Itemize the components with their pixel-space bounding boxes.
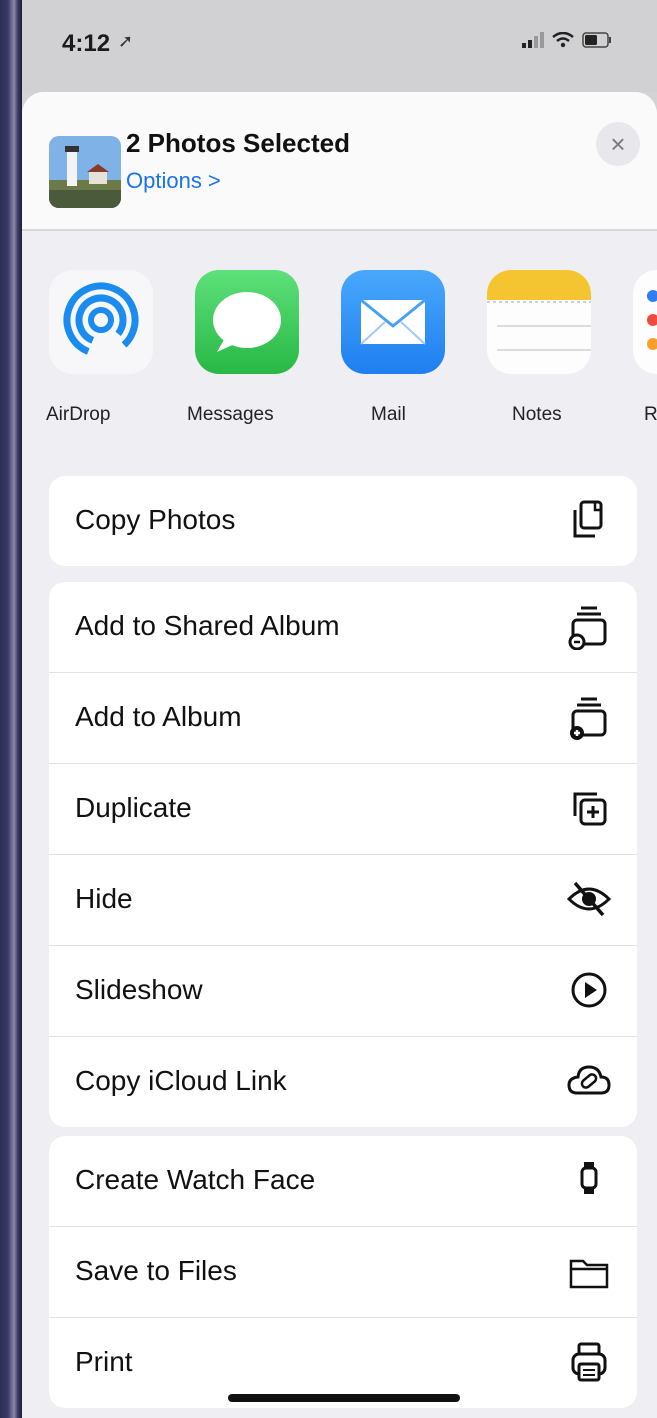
status-time: 4:12 [62,30,111,57]
shared-album-icon [568,606,607,650]
action-label: Create Watch Face [75,1164,316,1195]
action-create-watch-face[interactable]: Create Watch Face [49,1136,637,1227]
action-label: Add to Shared Album [75,610,340,641]
app-label-airdrop: AirDrop [46,404,111,425]
status-bar: 4:12 ➚ [22,0,657,92]
app-reminders[interactable] [630,270,657,374]
airdrop-icon [49,270,153,374]
slideshow-icon [571,972,607,1008]
share-sheet-header: 2 Photos Selected Options > × [22,92,657,231]
close-button[interactable]: × [596,122,640,166]
hide-icon [566,881,612,917]
share-sheet-title: 2 Photos Selected [126,128,350,158]
app-share-row: AirDrop Messages Mail Notes R [22,270,657,430]
action-copy-icloud-link[interactable]: Copy iCloud Link [49,1037,637,1127]
notes-icon [487,270,591,374]
action-label: Save to Files [75,1255,237,1286]
folder-icon [569,1259,609,1289]
action-hide[interactable]: Hide [49,855,637,946]
photo-thumbnail [49,136,121,208]
action-add-to-album[interactable]: Add to Album [49,673,637,764]
reminders-icon [633,270,657,374]
action-label: Copy iCloud Link [75,1065,287,1096]
action-duplicate[interactable]: Duplicate [49,764,637,855]
app-notes[interactable] [484,270,594,374]
app-label-reminders: Re [644,404,657,425]
action-add-to-shared-album[interactable]: Add to Shared Album [49,582,637,673]
action-label: Hide [75,883,133,914]
app-airdrop[interactable] [46,270,156,374]
add-album-icon [570,697,607,740]
signal-icon [522,32,544,48]
wifi-icon [552,32,574,48]
app-messages[interactable] [192,270,302,374]
options-link[interactable]: Options > [126,168,221,194]
action-label: Duplicate [75,792,192,823]
duplicate-icon [573,792,607,826]
mail-icon [341,270,445,374]
home-indicator[interactable] [228,1394,460,1402]
app-label-notes: Notes [512,404,562,425]
location-arrow-icon: ➚ [118,31,134,51]
app-label-mail: Mail [371,404,406,425]
battery-icon [582,32,611,48]
action-group-copy: Copy Photos [49,476,637,566]
icloud-link-icon [567,1065,611,1095]
action-label: Slideshow [75,974,203,1005]
app-mail[interactable] [338,270,448,374]
action-label: Add to Album [75,701,242,732]
action-save-to-files[interactable]: Save to Files [49,1227,637,1318]
action-group-other: Create Watch Face Save to Files Print [49,1136,637,1408]
phone-screen: 4:12 ➚ 2 Photos Selected Options > × Air… [22,0,657,1418]
action-label: Print [75,1346,133,1377]
action-label: Copy Photos [75,504,236,535]
printer-icon [571,1342,607,1382]
share-sheet: 2 Photos Selected Options > × AirDrop Me… [22,92,657,1418]
app-label-messages: Messages [187,404,274,425]
messages-icon [195,270,299,374]
action-slideshow[interactable]: Slideshow [49,946,637,1037]
status-icons [522,32,612,48]
action-copy-photos[interactable]: Copy Photos [49,476,637,566]
watch-icon [580,1162,598,1194]
action-group-album: Add to Shared Album Add to Album Duplica… [49,582,637,1127]
copy-icon [573,500,603,538]
